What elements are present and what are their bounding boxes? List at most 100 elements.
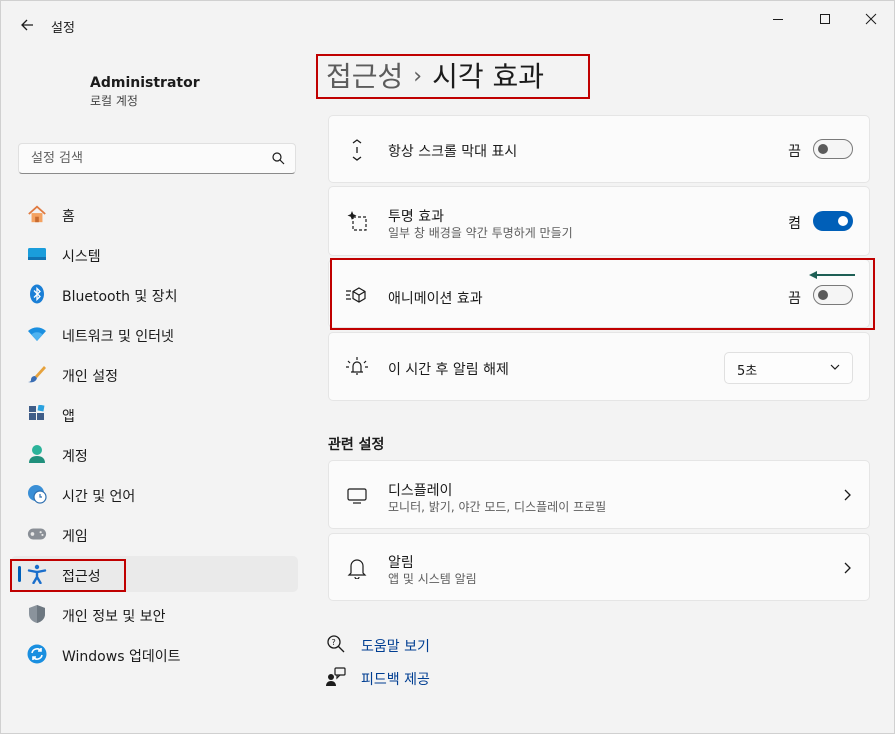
shield-icon [27, 604, 47, 624]
setting-description: 일부 창 배경을 약간 투명하게 만들기 [388, 226, 573, 240]
sidebar-item-label: Bluetooth 및 장치 [62, 289, 178, 305]
maximize-button[interactable] [802, 7, 848, 31]
toggle-knob [838, 216, 848, 226]
related-display[interactable]: 디스플레이 모니터, 밝기, 야간 모드, 디스플레이 프로필 [328, 460, 870, 529]
maximize-icon [820, 14, 830, 24]
sidebar-item-home[interactable]: 홈 [11, 196, 298, 232]
chevron-right-icon [844, 562, 851, 574]
search-box[interactable] [18, 143, 296, 174]
sidebar-item-label: 시스템 [62, 249, 101, 265]
sidebar-item-gaming[interactable]: 게임 [11, 516, 298, 552]
sidebar-item-label: 개인 정보 및 보안 [62, 609, 166, 625]
wifi-icon [27, 324, 47, 344]
animation-icon [345, 283, 369, 307]
monitor-icon [345, 484, 369, 508]
sidebar-item-time-language[interactable]: 시간 및 언어 [11, 476, 298, 512]
home-icon [27, 204, 47, 224]
clock-globe-icon [27, 484, 47, 504]
sidebar-item-label: 앱 [62, 409, 75, 425]
sidebar-item-accounts[interactable]: 계정 [11, 436, 298, 472]
page-title: 시각 효과 [432, 60, 545, 93]
chevron-right-icon [844, 489, 851, 501]
related-settings-heading: 관련 설정 [328, 437, 385, 453]
sidebar-item-label: 접근성 [62, 569, 101, 585]
notification-timeout-dropdown[interactable]: 5초 [724, 352, 853, 384]
active-indicator [18, 566, 21, 582]
back-button[interactable] [15, 13, 39, 37]
setting-scrollbars: 항상 스크롤 막대 표시 끔 [328, 115, 870, 183]
transparency-icon [345, 209, 369, 233]
feedback-icon [326, 667, 346, 686]
search-icon[interactable] [272, 152, 285, 165]
settings-window: 설정 Administrator 로컬 계정 홈 시스템 Bluetooth 및… [0, 0, 895, 734]
setting-notification-timeout: 이 시간 후 알림 해제 5초 [328, 332, 870, 401]
annotation-arrow-icon [809, 271, 855, 279]
setting-title: 이 시간 후 알림 해제 [388, 362, 509, 378]
setting-title: 항상 스크롤 막대 표시 [388, 144, 518, 160]
title-bar: 설정 [1, 1, 894, 49]
gamepad-icon [27, 524, 47, 544]
toggle-knob [818, 290, 828, 300]
minimize-button[interactable] [755, 7, 801, 31]
sidebar-item-apps[interactable]: 앱 [11, 396, 298, 432]
update-icon [27, 644, 47, 664]
system-icon [27, 244, 47, 264]
close-icon [865, 13, 877, 25]
sidebar-item-label: 홈 [62, 209, 75, 225]
account-type: 로컬 계정 [90, 94, 138, 108]
apps-icon [27, 404, 47, 424]
sidebar-item-bluetooth[interactable]: Bluetooth 및 장치 [11, 276, 298, 312]
setting-transparency: 투명 효과 일부 창 배경을 약간 투명하게 만들기 켬 [328, 186, 870, 256]
scrollbar-icon [345, 138, 369, 162]
bell-icon [345, 556, 369, 580]
notification-timer-icon [345, 355, 369, 379]
sidebar-item-label: Windows 업데이트 [62, 649, 181, 665]
brush-icon [27, 364, 47, 384]
related-description: 모니터, 밝기, 야간 모드, 디스플레이 프로필 [388, 500, 607, 514]
minimize-icon [773, 19, 783, 20]
sidebar-item-label: 시간 및 언어 [62, 489, 136, 505]
svg-text:?: ? [332, 638, 336, 647]
sidebar-item-privacy[interactable]: 개인 정보 및 보안 [11, 596, 298, 632]
bluetooth-icon [27, 284, 47, 304]
related-title: 디스플레이 [388, 483, 453, 499]
help-icon: ? [327, 635, 345, 653]
animation-toggle[interactable] [813, 285, 853, 305]
account-icon [27, 444, 47, 464]
close-button[interactable] [848, 7, 894, 31]
sidebar-item-label: 계정 [62, 449, 88, 465]
avatar[interactable] [19, 59, 77, 117]
toggle-knob [818, 144, 828, 154]
toggle-state-label: 끔 [788, 144, 801, 160]
app-title: 설정 [51, 21, 75, 36]
setting-title: 애니메이션 효과 [388, 291, 483, 307]
sidebar-item-label: 개인 설정 [62, 369, 118, 385]
toggle-state-label: 끔 [788, 291, 801, 307]
sidebar-item-windows-update[interactable]: Windows 업데이트 [11, 636, 298, 672]
chevron-down-icon [830, 364, 840, 370]
breadcrumb-parent[interactable]: 접근성 [326, 60, 403, 93]
sidebar-item-network[interactable]: 네트워크 및 인터넷 [11, 316, 298, 352]
transparency-toggle[interactable] [813, 211, 853, 231]
search-input[interactable] [29, 150, 263, 167]
sidebar-nav: 홈 시스템 Bluetooth 및 장치 네트워크 및 인터넷 개인 설정 앱 … [11, 196, 298, 676]
related-title: 알림 [388, 555, 414, 571]
toggle-state-label: 켬 [788, 216, 801, 232]
sidebar-item-system[interactable]: 시스템 [11, 236, 298, 272]
scrollbars-toggle[interactable] [813, 139, 853, 159]
related-notifications[interactable]: 알림 앱 및 시스템 알림 [328, 533, 870, 601]
breadcrumb: 접근성 › 시각 효과 [326, 55, 544, 95]
dropdown-value: 5초 [737, 364, 758, 379]
help-link-label[interactable]: 도움말 보기 [361, 636, 430, 656]
breadcrumb-separator: › [413, 64, 423, 89]
sidebar-item-label: 게임 [62, 529, 88, 545]
feedback-link-label[interactable]: 피드백 제공 [361, 669, 430, 689]
accessibility-icon [27, 564, 47, 584]
sidebar-item-personalization[interactable]: 개인 설정 [11, 356, 298, 392]
sidebar-item-accessibility[interactable]: 접근성 [11, 556, 298, 592]
related-description: 앱 및 시스템 알림 [388, 572, 477, 586]
setting-title: 투명 효과 [388, 209, 444, 225]
sidebar-item-label: 네트워크 및 인터넷 [62, 329, 174, 345]
setting-animation: 애니메이션 효과 끔 [328, 259, 870, 328]
back-arrow-icon [21, 19, 33, 31]
